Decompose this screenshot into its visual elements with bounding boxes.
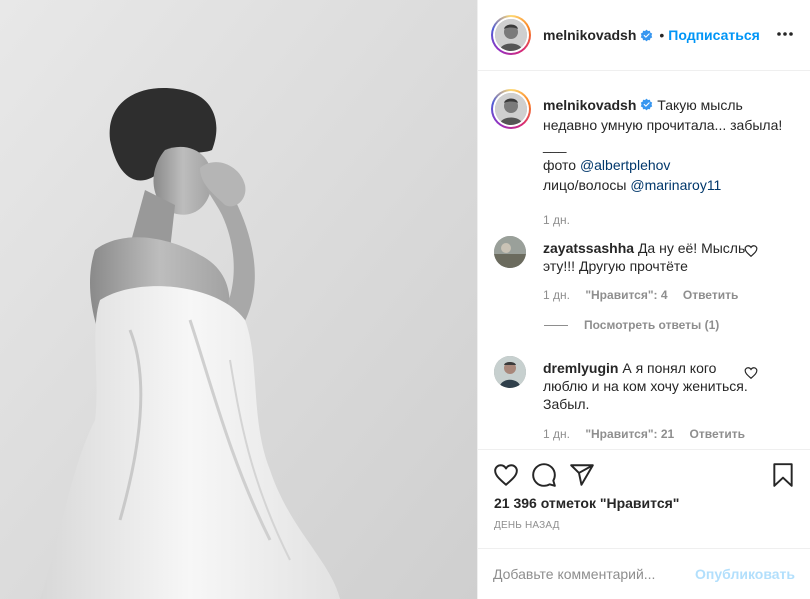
comment-body: dremlyugin А я понял кого люблю и на ком…: [543, 359, 765, 413]
comment-time[interactable]: 1 дн.: [543, 288, 570, 302]
header-separator: •: [659, 27, 665, 43]
post-header: melnikovadsh • Подписаться: [478, 0, 810, 71]
avatar-picture: [494, 356, 526, 388]
follow-button[interactable]: Подписаться: [668, 27, 760, 43]
comment-input[interactable]: [493, 563, 693, 585]
comment-reply-button[interactable]: Ответить: [690, 427, 745, 441]
replies-line: [544, 324, 568, 326]
author-username[interactable]: melnikovadsh: [543, 27, 636, 43]
comment-likes[interactable]: "Нравится": 21: [585, 427, 674, 441]
post-photo[interactable]: [0, 0, 477, 599]
avatar-picture: [495, 93, 527, 125]
comment-body: zayatssashha Да ну её! Мысль эту!!! Друг…: [543, 239, 765, 275]
caption-username[interactable]: melnikovadsh: [543, 97, 636, 113]
view-replies-button[interactable]: Посмотреть ответы (1): [544, 318, 719, 332]
comment-icon[interactable]: [531, 462, 557, 488]
commenter-avatar[interactable]: [494, 236, 526, 268]
comment-username[interactable]: dremlyugin: [543, 360, 618, 376]
comment-likes[interactable]: "Нравится": 4: [585, 288, 667, 302]
comment-username[interactable]: zayatssashha: [543, 240, 634, 256]
heart-icon[interactable]: [493, 462, 519, 488]
comment-item: zayatssashha Да ну её! Мысль эту!!! Друг…: [494, 236, 794, 316]
comment-time[interactable]: 1 дн.: [543, 427, 570, 441]
comment-reply-button[interactable]: Ответить: [683, 288, 738, 302]
verified-icon: [641, 98, 653, 111]
hair-credit-label: лицо/волосы: [543, 177, 627, 193]
caption-avatar[interactable]: [491, 89, 531, 129]
author-avatar[interactable]: [491, 15, 531, 55]
verified-icon: [641, 29, 653, 41]
post-photo-image: [0, 0, 477, 599]
post-time[interactable]: ДЕНЬ НАЗАД: [494, 520, 560, 531]
comment-item: dremlyugin А я понял кого люблю и на ком…: [494, 356, 794, 446]
comment-meta: 1 дн. "Нравится": 21 Ответить: [543, 427, 757, 441]
likes-count[interactable]: 21 396 отметок "Нравится": [494, 495, 679, 511]
photo-credit-label: фото: [543, 157, 577, 173]
action-bar: 21 396 отметок "Нравится" ДЕНЬ НАЗАД: [478, 449, 810, 549]
small-heart-icon[interactable]: [744, 244, 758, 258]
bookmark-icon[interactable]: [770, 462, 796, 488]
view-replies-label: Посмотреть ответы (1): [584, 318, 720, 332]
caption-time[interactable]: 1 дн.: [543, 210, 793, 230]
comment-meta: 1 дн. "Нравится": 4 Ответить: [543, 288, 750, 302]
post-sidebar: melnikovadsh • Подписаться melnikovadsh …: [477, 0, 810, 599]
commenter-avatar[interactable]: [494, 356, 526, 388]
small-heart-icon[interactable]: [744, 366, 758, 380]
more-icon[interactable]: [775, 24, 795, 44]
avatar-picture: [494, 236, 526, 268]
hair-credit-mention[interactable]: @marinaroy11: [630, 177, 721, 193]
publish-button[interactable]: Опубликовать: [695, 566, 795, 582]
add-comment-bar: Опубликовать: [478, 548, 810, 599]
caption-divider: ___: [543, 137, 567, 153]
instagram-post: melnikovadsh • Подписаться melnikovadsh …: [0, 0, 810, 599]
photo-credit-mention[interactable]: @albertplehov: [580, 157, 671, 173]
caption-text-block: melnikovadsh Такую мысль недавно умную п…: [543, 95, 793, 230]
avatar-picture: [495, 19, 527, 51]
share-icon[interactable]: [569, 462, 595, 488]
